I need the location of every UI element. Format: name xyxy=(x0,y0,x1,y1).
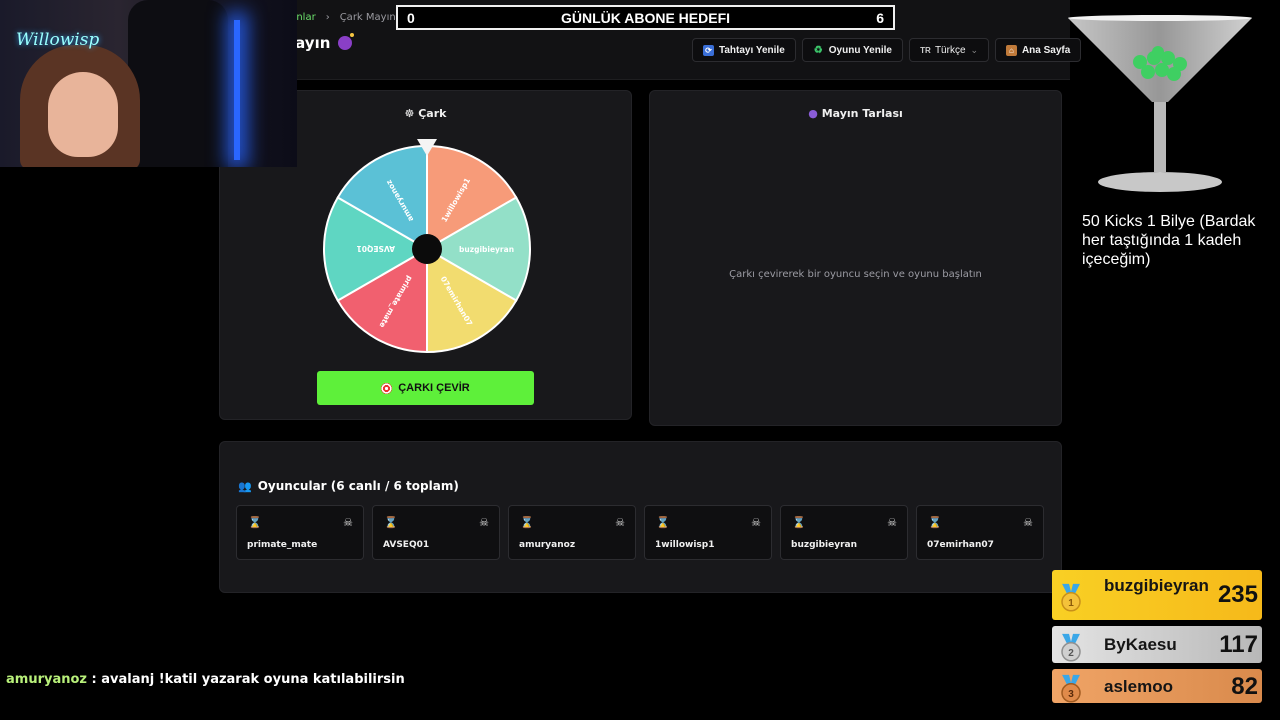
bomb-icon xyxy=(338,33,355,50)
wheel-segment-label: AVSEQ01 xyxy=(357,244,395,253)
player-card[interactable]: ⌛ ☠ 1willowisp1 xyxy=(644,505,772,560)
gaming-chair xyxy=(128,0,228,167)
chat-username: amuryanoz xyxy=(6,672,87,687)
player-name: primate_mate xyxy=(247,540,318,550)
player-card[interactable]: ⌛ ☠ amuryanoz xyxy=(508,505,636,560)
language-select[interactable]: TR Türkçe ⌄ xyxy=(908,38,989,62)
martini-glass-overlay xyxy=(1064,14,1256,196)
webcam-feed: Willowisp xyxy=(0,0,297,167)
page-title: layın xyxy=(290,33,355,52)
skull-crossbones-icon: ☠ xyxy=(615,516,625,529)
hourglass-icon: ⌛ xyxy=(384,516,398,529)
leaderboard-row: 2 ByKaesu 117 xyxy=(1052,626,1262,663)
wheel-hub xyxy=(412,234,442,264)
hourglass-icon: ⌛ xyxy=(928,516,942,529)
refresh-board-label: Tahtayı Yenile xyxy=(719,44,785,56)
player-card[interactable]: ⌛ ☠ 07emirhan07 xyxy=(916,505,1044,560)
medal-rank: 3 xyxy=(1068,689,1074,700)
people-icon: 👥 xyxy=(238,479,252,493)
subscriber-goal-bar: 0 GÜNLÜK ABONE HEDEFI 6 xyxy=(396,5,895,30)
hourglass-icon: ⌛ xyxy=(656,516,670,529)
target-icon xyxy=(381,382,393,394)
refresh-board-button[interactable]: ⟳ Tahtayı Yenile xyxy=(692,38,796,62)
wheel-svg: 1willowisp1buzgibieyran07emirhan07primat… xyxy=(323,139,531,354)
minefield-title-text: Mayın Tarlası xyxy=(821,107,903,120)
breadcrumb-current: Çark Mayın xyxy=(339,12,396,23)
goal-title: GÜNLÜK ABONE HEDEFI xyxy=(560,9,731,26)
player-name: amuryanoz xyxy=(519,540,576,550)
refresh-game-label: Oyunu Yenile xyxy=(828,44,892,56)
goal-target: 6 xyxy=(876,9,884,26)
bomb-icon: ● xyxy=(808,107,818,120)
chat-text: : avalanj !katil yazarak oyuna katılabil… xyxy=(86,672,405,687)
player-name: AVSEQ01 xyxy=(383,540,430,550)
player-name: 1willowisp1 xyxy=(655,540,715,550)
wheel-icon: ☸ xyxy=(404,107,415,120)
wheel-title-text: Çark xyxy=(418,107,447,120)
players-title-text: Oyuncular (6 canlı / 6 toplam) xyxy=(257,479,459,493)
goal-current: 0 xyxy=(407,9,415,26)
gold-medal-icon: 1 xyxy=(1061,583,1081,612)
leader-score: 235 xyxy=(1217,581,1258,608)
leaderboard-row: 3 aslemoo 82 xyxy=(1052,669,1262,703)
breadcrumb: unlar › Çark Mayın xyxy=(290,12,396,23)
recycle-icon: ♻ xyxy=(813,44,823,56)
hourglass-icon: ⌛ xyxy=(792,516,806,529)
refresh-game-button[interactable]: ♻ Oyunu Yenile xyxy=(801,38,903,62)
player-card[interactable]: ⌛ ☠ AVSEQ01 xyxy=(372,505,500,560)
spin-wheel-button[interactable]: ÇARKI ÇEVİR xyxy=(317,371,534,405)
home-icon: ⌂ xyxy=(1005,44,1017,56)
medal-rank: 1 xyxy=(1068,598,1074,609)
hourglass-icon: ⌛ xyxy=(248,516,262,529)
wheel-segment-label: buzgibieyran xyxy=(459,245,514,254)
player-list: ⌛ ☠ primate_mate ⌛ ☠ AVSEQ01 ⌛ ☠ amuryan… xyxy=(236,505,1044,560)
leader-name: ByKaesu xyxy=(1104,635,1177,654)
breadcrumb-separator-icon: › xyxy=(325,12,330,23)
player-name: 07emirhan07 xyxy=(927,540,994,550)
players-panel: 👥 Oyuncular (6 canlı / 6 toplam) ⌛ ☠ pri… xyxy=(219,441,1062,593)
refresh-icon: ⟳ xyxy=(703,44,714,56)
spin-wheel-label: ÇARKI ÇEVİR xyxy=(398,382,470,394)
skull-crossbones-icon: ☠ xyxy=(1023,516,1033,529)
player-card[interactable]: ⌛ ☠ primate_mate xyxy=(236,505,364,560)
skull-crossbones-icon: ☠ xyxy=(887,516,897,529)
flag-tr-icon: TR xyxy=(920,45,931,55)
leader-name: buzgibieyran xyxy=(1104,576,1209,595)
streamer-face xyxy=(48,72,118,157)
skull-crossbones-icon: ☠ xyxy=(479,516,489,529)
leader-name: aslemoo xyxy=(1104,677,1173,696)
minefield-panel-title: ● Mayın Tarlası xyxy=(650,107,1061,120)
minefield-message: Çarkı çevirerek bir oyuncu seçin ve oyun… xyxy=(729,269,982,280)
martini-glass-icon xyxy=(1068,15,1252,192)
chevron-down-icon: ⌄ xyxy=(970,44,979,55)
minefield-panel: ● Mayın Tarlası Çarkı çevirerek bir oyun… xyxy=(649,90,1062,426)
language-select-value: TR Türkçe xyxy=(920,44,966,56)
players-title: 👥 Oyuncular (6 canlı / 6 toplam) xyxy=(238,479,459,493)
streamer-logo: Willowisp xyxy=(16,30,100,50)
chat-message: amuryanoz : avalanj !katil yazarak oyuna… xyxy=(6,672,405,687)
silver-medal-icon: 2 xyxy=(1061,633,1081,662)
toolbar: ⟳ Tahtayı Yenile ♻ Oyunu Yenile TR Türkç… xyxy=(692,38,1082,62)
kicks-info-text: 50 Kicks 1 Bilye (Bardak her taştığında … xyxy=(1082,213,1256,268)
leader-score: 82 xyxy=(1231,673,1258,700)
skull-crossbones-icon: ☠ xyxy=(751,516,761,529)
language-label: Türkçe xyxy=(934,44,966,56)
wheel[interactable]: 1willowisp1 buzgibieyran 07emirhan07 primat… xyxy=(322,139,532,354)
hourglass-icon: ⌛ xyxy=(520,516,534,529)
skull-crossbones-icon: ☠ xyxy=(343,516,353,529)
medal-rank: 2 xyxy=(1068,647,1074,658)
leaderboard-row: 1 buzgibieyran 235 xyxy=(1052,570,1262,620)
bronze-medal-icon: 3 xyxy=(1061,674,1081,703)
player-name: buzgibieyran xyxy=(791,540,858,550)
led-lamp xyxy=(234,20,240,160)
player-card[interactable]: ⌛ ☠ buzgibieyran xyxy=(780,505,908,560)
leader-score: 117 xyxy=(1219,631,1258,658)
leaderboard: 1 buzgibieyran 235 2 ByKaesu 117 3 aslem… xyxy=(1052,570,1262,709)
